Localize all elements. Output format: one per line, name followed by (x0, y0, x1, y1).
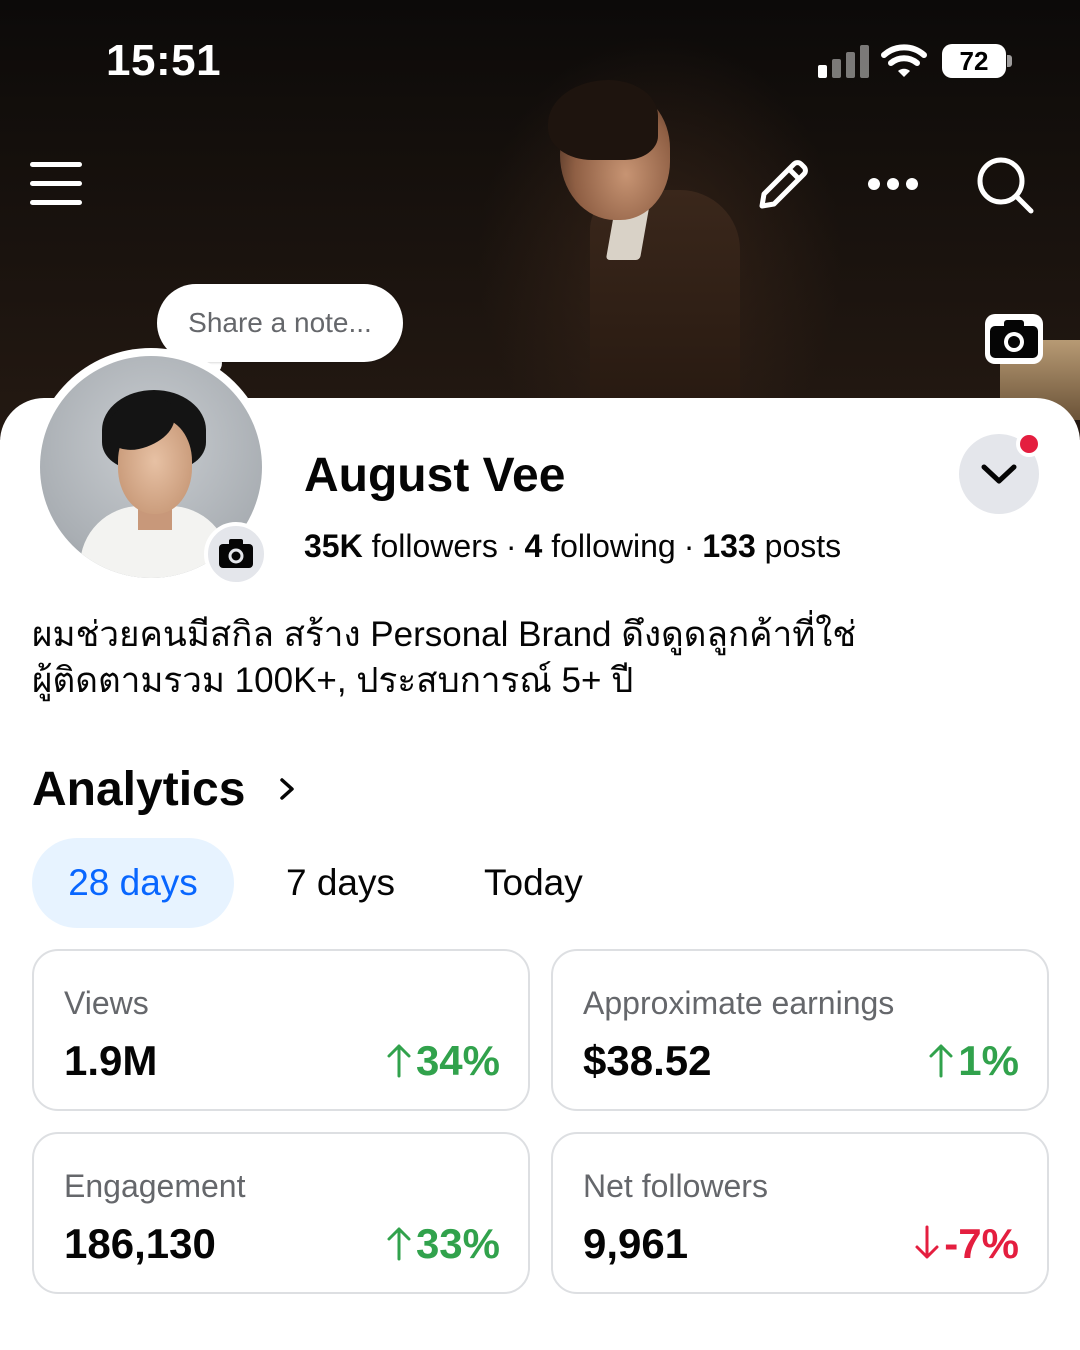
following-label: following (551, 528, 676, 564)
stat-value: $38.52 (583, 1037, 712, 1084)
stat-change: 33% (386, 1220, 500, 1268)
following-link[interactable]: 4 following (525, 528, 676, 564)
stat-value: 9,961 (583, 1220, 689, 1267)
tab-28-days[interactable]: 28 days (32, 838, 234, 928)
battery-indicator: 72 (942, 44, 1006, 78)
tab-today[interactable]: Today (484, 838, 583, 928)
search-icon[interactable] (974, 154, 1036, 216)
battery-cap (1007, 55, 1012, 67)
arrow-up-icon (387, 1044, 411, 1078)
edit-avatar-button[interactable] (204, 522, 268, 586)
stat-change: 1% (928, 1037, 1019, 1085)
stat-label: Approximate earnings (583, 985, 895, 1021)
stat-label: Net followers (583, 1168, 768, 1204)
followers-link[interactable]: 35K followers (304, 528, 498, 564)
stat-card-net-followers[interactable]: Net followers 9,961 -7% (551, 1132, 1049, 1294)
stats-separator: · (683, 528, 695, 564)
analytics-title[interactable]: Analytics (32, 762, 245, 817)
posts-label: posts (764, 528, 842, 564)
share-note-button[interactable]: Share a note... (157, 284, 403, 362)
arrow-up-icon (929, 1044, 953, 1078)
stat-change-value: 33% (415, 1220, 500, 1267)
stat-card-approximate-earnings[interactable]: Approximate earnings $38.52 1% (551, 949, 1049, 1111)
posts-link[interactable]: 133 posts (702, 528, 841, 564)
tab-7-days[interactable]: 7 days (286, 838, 395, 928)
edit-pencil-icon[interactable] (754, 156, 812, 214)
stat-change: -7% (914, 1220, 1019, 1268)
stat-label: Engagement (64, 1168, 246, 1204)
stat-card-engagement[interactable]: Engagement 186,130 33% (32, 1132, 530, 1294)
notification-dot (1016, 431, 1042, 457)
following-count: 4 (524, 528, 543, 564)
bio-line: ผมช่วยคนมีสกิล สร้าง Personal Brand ดึงด… (32, 615, 857, 654)
posts-count: 133 (702, 528, 756, 564)
stats-separator: · (505, 528, 517, 564)
followers-count: 35K (304, 528, 363, 564)
menu-icon[interactable] (30, 160, 82, 208)
stat-card-views[interactable]: Views 1.9M 34% (32, 949, 530, 1111)
stat-change-value: 1% (958, 1037, 1019, 1084)
signal-icon (818, 44, 870, 78)
stat-change-value: -7% (944, 1220, 1019, 1267)
cover-figure-hair (548, 80, 658, 160)
stat-change-value: 34% (415, 1037, 500, 1084)
profile-bio: ผมช่วยคนมีสกิล สร้าง Personal Brand ดึงด… (32, 612, 1042, 704)
chevron-right-icon[interactable] (276, 772, 300, 806)
camera-icon (219, 539, 253, 568)
wifi-icon (881, 44, 927, 77)
camera-icon (990, 320, 1038, 358)
stat-value: 1.9M (64, 1037, 158, 1084)
bio-line: ผู้ติดตามรวม 100K+, ประสบการณ์ 5+ ปี (32, 661, 634, 700)
arrow-down-icon (915, 1225, 939, 1259)
stat-value: 186,130 (64, 1220, 216, 1267)
profile-name: August Vee (304, 449, 566, 502)
profile-stats: 35K followers · 4 following · 133 posts (304, 528, 841, 565)
stat-label: Views (64, 985, 149, 1021)
followers-label: followers (371, 528, 498, 564)
stat-change: 34% (386, 1037, 500, 1085)
edit-cover-button[interactable] (985, 314, 1043, 364)
arrow-up-icon (387, 1227, 411, 1261)
more-icon[interactable] (866, 176, 920, 192)
status-time: 15:51 (106, 36, 222, 85)
